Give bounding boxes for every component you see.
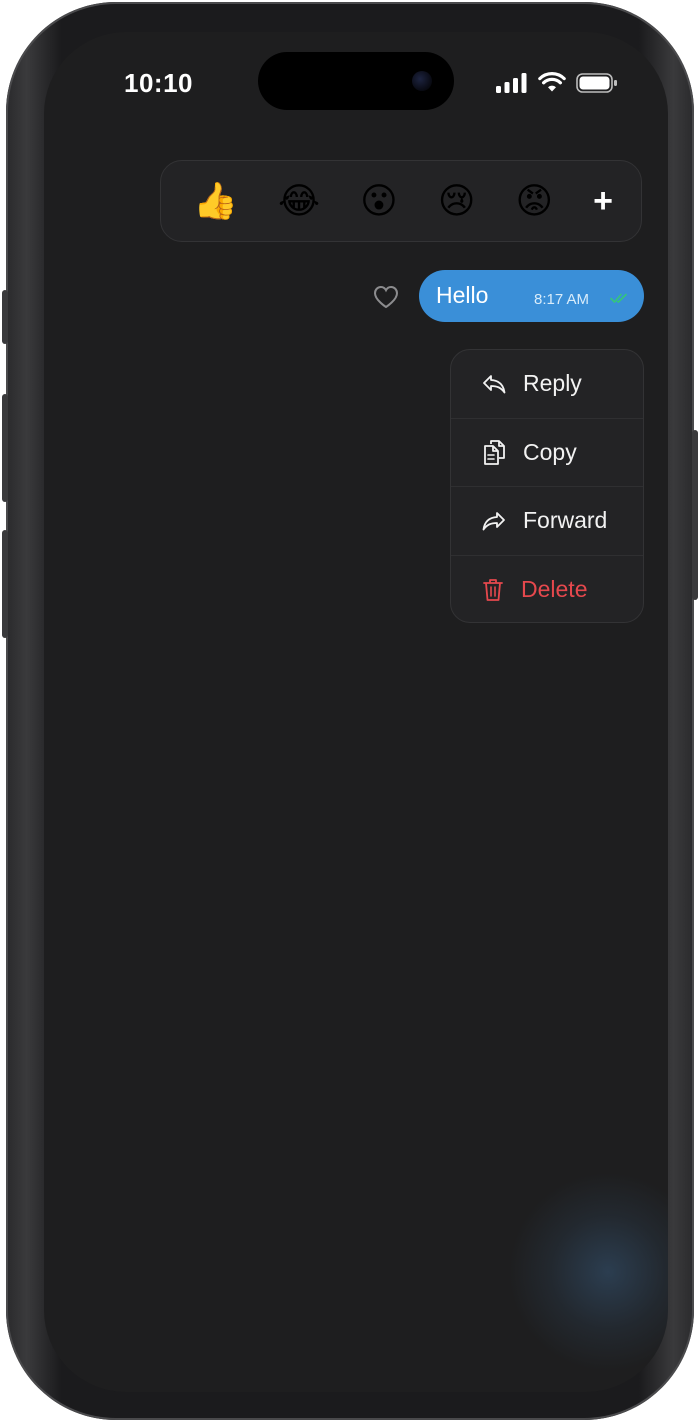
menu-label-forward: Forward	[523, 507, 608, 534]
front-camera-icon	[412, 71, 432, 91]
battery-icon	[576, 72, 617, 93]
crying-emoji[interactable]: 😢	[438, 183, 476, 219]
forward-icon	[482, 511, 505, 531]
message-bubble[interactable]: Hello 8:17 AM	[419, 270, 644, 322]
wifi-icon	[538, 72, 566, 92]
reaction-bar: 👍 😂 😮 😢 😡 +	[160, 160, 642, 242]
dynamic-island	[258, 52, 454, 110]
angry-emoji[interactable]: 😡	[515, 183, 553, 219]
menu-item-delete[interactable]: Delete	[451, 556, 643, 623]
status-icons	[496, 72, 618, 93]
menu-label-delete: Delete	[521, 576, 588, 603]
action-button	[2, 290, 8, 344]
menu-item-forward[interactable]: Forward	[451, 487, 643, 556]
menu-item-reply[interactable]: Reply	[451, 350, 643, 419]
more-reactions-button[interactable]: +	[593, 184, 613, 218]
context-menu: Reply Copy Forward Delete	[450, 349, 644, 623]
laughing-emoji[interactable]: 😂	[278, 183, 320, 219]
thumbs-up-emoji[interactable]: 👍	[193, 183, 238, 219]
double-check-icon	[610, 293, 627, 303]
volume-down-button	[2, 530, 8, 638]
surprised-emoji[interactable]: 😮	[360, 183, 398, 219]
trash-icon	[483, 578, 503, 601]
message-time: 8:17 AM	[534, 291, 590, 308]
menu-label-reply: Reply	[523, 370, 582, 397]
heart-outline-icon[interactable]	[373, 285, 399, 309]
phone-frame: 10:10 👍 😂 😮 😢 😡 + Hello 8:17 AM Reply Co…	[2, 2, 698, 1420]
copy-icon	[484, 440, 505, 466]
message-text: Hello	[436, 282, 489, 308]
volume-up-button	[2, 394, 8, 502]
status-time: 10:10	[124, 68, 193, 98]
phone-screen: 10:10 👍 😂 😮 😢 😡 + Hello 8:17 AM Reply Co…	[44, 32, 668, 1392]
menu-item-copy[interactable]: Copy	[451, 419, 643, 487]
power-button	[692, 430, 698, 600]
menu-label-copy: Copy	[523, 438, 577, 465]
cellular-signal-icon	[496, 72, 527, 93]
reply-icon	[483, 374, 506, 394]
background-glow	[508, 1172, 668, 1372]
